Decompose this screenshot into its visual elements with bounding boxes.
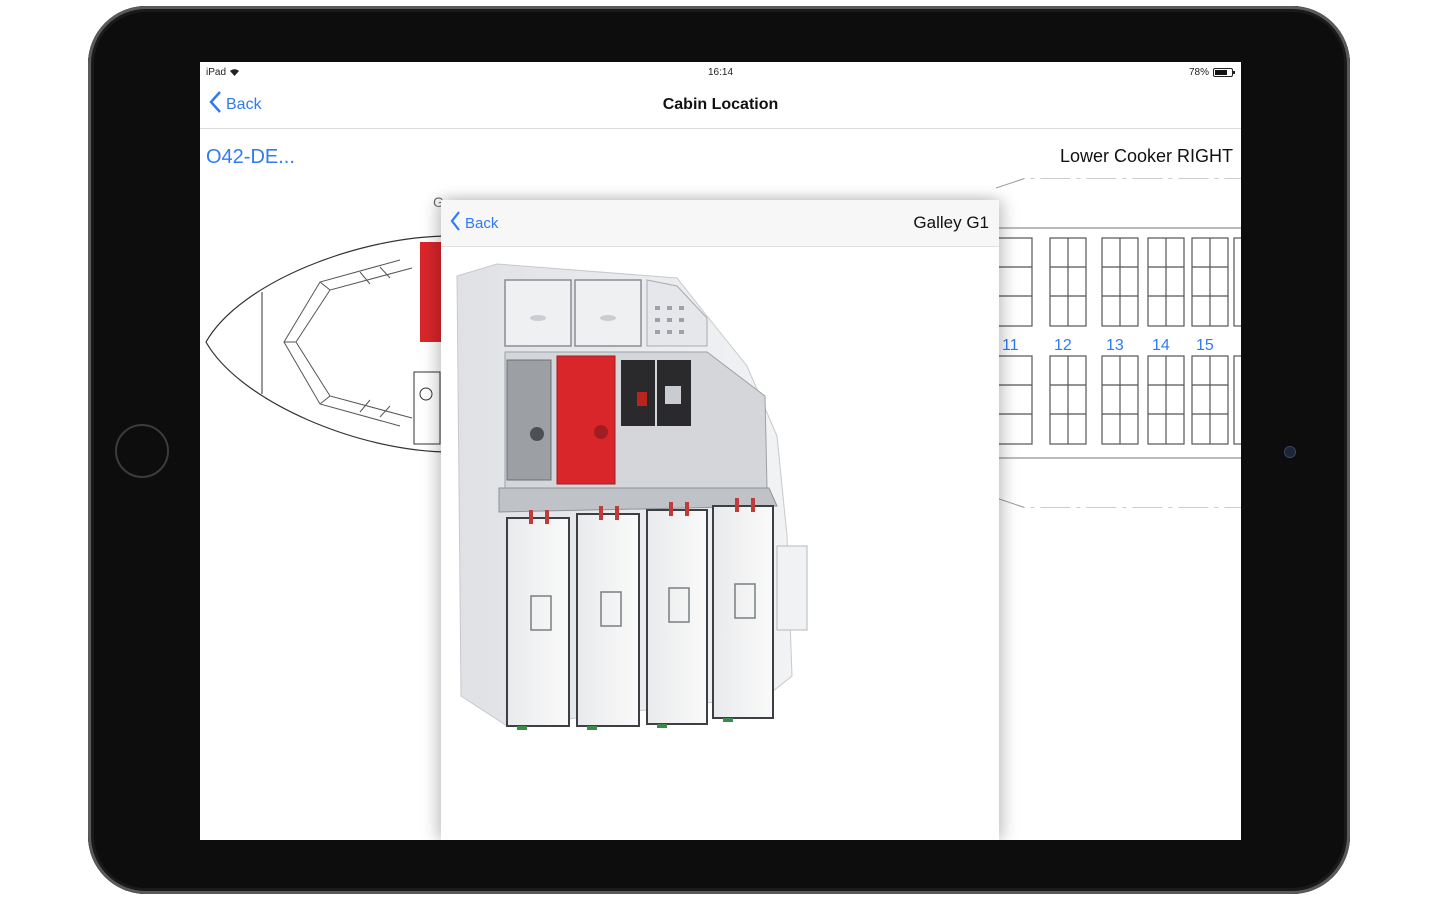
highlight-galley-location[interactable] (420, 242, 442, 342)
cabin-nose-diagram (205, 235, 451, 453)
seat-map: 11 12 13 14 15 (996, 178, 1241, 508)
chevron-left-icon (449, 210, 461, 236)
home-button[interactable] (115, 424, 169, 478)
seat-row-label: 12 (1054, 337, 1072, 354)
location-code-link[interactable]: O42-DE... (206, 146, 295, 169)
status-time: 16:14 (707, 67, 734, 78)
seat-row-label: 11 (1002, 337, 1019, 354)
modal-back-button[interactable]: Back (449, 210, 498, 236)
ipad-screen: iPad 16:14 78% Back Cabin Location O42-D… (200, 62, 1241, 840)
battery-icon (1213, 68, 1235, 77)
modal-navigation-bar: Back Galley G1 (441, 200, 999, 247)
page-title: Cabin Location (662, 96, 779, 113)
modal-back-label: Back (465, 214, 499, 232)
seat-row-label: 14 (1152, 337, 1170, 354)
battery-fill (1215, 70, 1227, 75)
navigation-bar: Back Cabin Location (200, 84, 1241, 129)
highlighted-cooker[interactable] (556, 355, 616, 485)
front-camera (1284, 446, 1296, 458)
seat-row-label: 15 (1196, 337, 1214, 354)
status-bar: iPad 16:14 78% (200, 62, 1241, 84)
battery-percent: 78% (1188, 67, 1209, 78)
status-right: 78% (1188, 67, 1235, 78)
modal-title: Galley G1 (913, 213, 989, 232)
galley-modal: G Back Galley G1 (433, 194, 999, 840)
galley-illustration (456, 263, 808, 730)
part-name: Lower Cooker RIGHT (1059, 146, 1233, 166)
seat-row-label: 13 (1106, 337, 1124, 354)
